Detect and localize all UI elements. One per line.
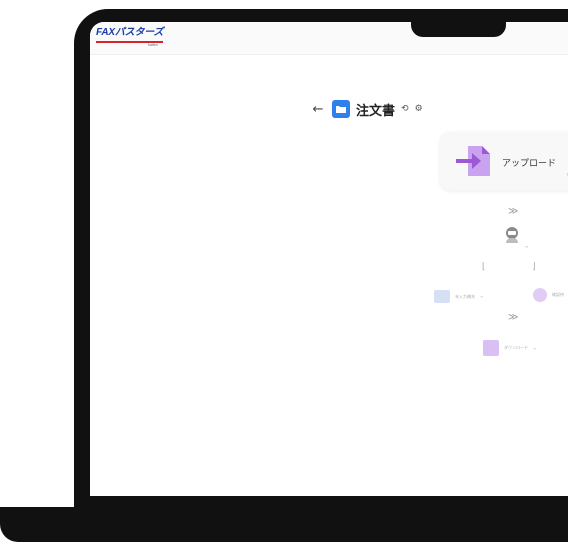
title-row: ← 注文書 ⟲ ⚙	[310, 99, 423, 119]
robot-icon	[506, 227, 518, 243]
download-step-note: ≡	[533, 345, 537, 351]
gear-icon[interactable]: ⚙	[415, 104, 423, 114]
branch-step-note: ≡	[480, 294, 484, 299]
arrow-left-icon[interactable]: ←	[310, 102, 326, 117]
branch-step-confirm[interactable]: 確認待	[533, 288, 564, 302]
laptop-base	[0, 507, 568, 542]
upload-step-card[interactable]: アップロード ≡	[440, 132, 568, 190]
upload-step-label: アップロード	[502, 159, 557, 169]
app-logo[interactable]: FAXパスターズ	[96, 27, 164, 43]
branch-step-label: 確認待	[552, 292, 564, 297]
app-logo-subtitle: batten	[148, 43, 158, 47]
download-step-label: ダウンロード	[504, 345, 528, 350]
branch-left-icon: ⌊	[482, 262, 486, 272]
camera-notch	[411, 9, 506, 37]
folder-icon	[332, 100, 350, 118]
screen: FAXパスターズ batten	[90, 22, 568, 496]
upload-arrow-icon	[456, 146, 490, 176]
robot-step-note: ≡	[525, 244, 529, 249]
alert-icon	[533, 288, 547, 302]
branch-step-missing-input[interactable]: 未入力補充 ≡	[434, 290, 483, 303]
chevron-down-icon: ≫	[508, 312, 519, 323]
branch-step-label: 未入力補充	[455, 293, 475, 299]
edit-icon	[434, 290, 450, 303]
download-check-icon	[483, 340, 499, 356]
branch-right-icon: ⌋	[532, 262, 536, 272]
history-icon[interactable]: ⟲	[401, 104, 409, 114]
chevron-down-icon: ≫	[508, 206, 519, 217]
download-step[interactable]: ダウンロード ≡	[483, 340, 536, 356]
page-title: 注文書	[356, 103, 396, 119]
